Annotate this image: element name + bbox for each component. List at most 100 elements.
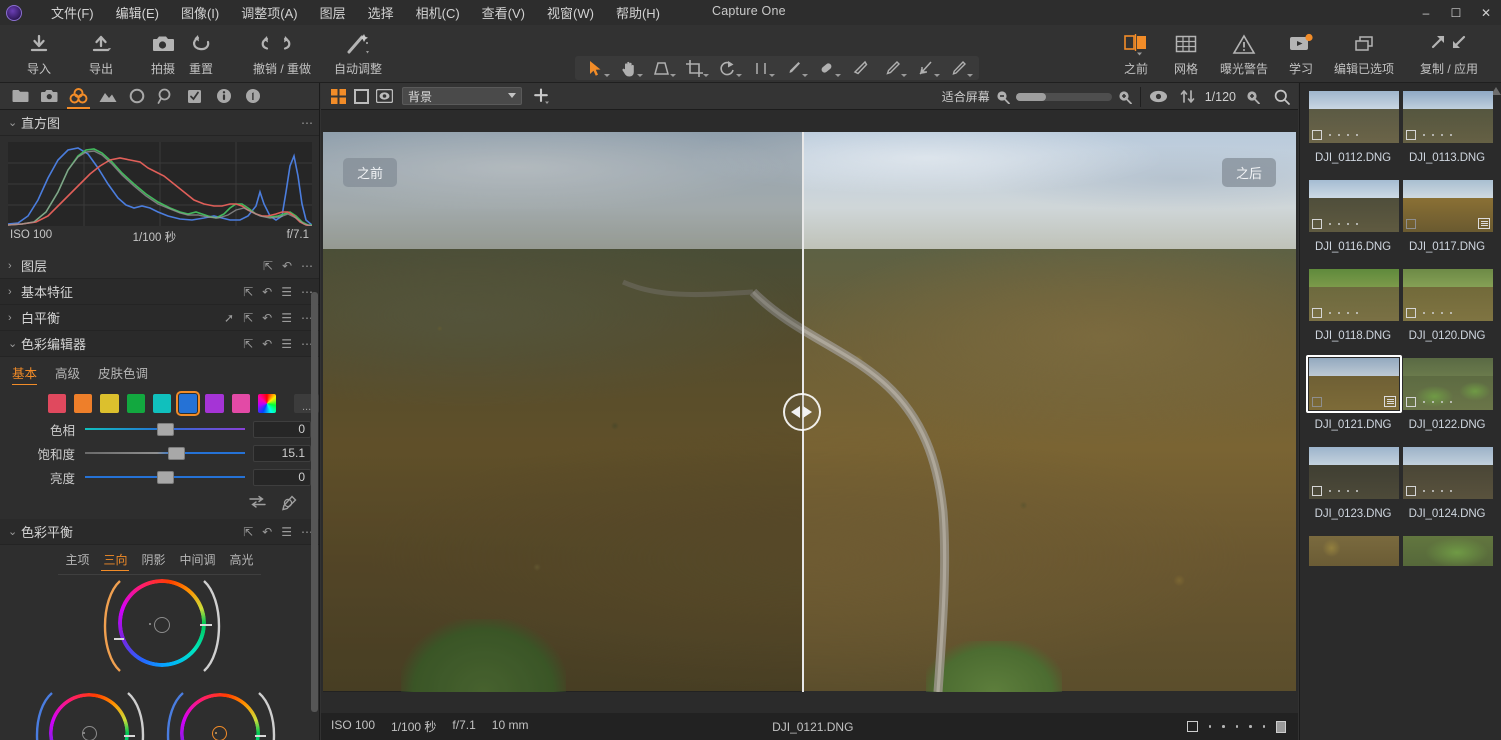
pen-tool-button[interactable] — [942, 57, 975, 79]
tool-tab-metadata[interactable] — [209, 83, 238, 109]
cb-tab-midtone[interactable]: 中间调 — [180, 551, 216, 571]
rating-box-icon[interactable] — [1186, 721, 1198, 732]
tab-basic[interactable]: 基本 — [12, 363, 38, 385]
more-options-icon[interactable]: ⋯ — [301, 260, 313, 272]
thumbnail-rating[interactable] — [1406, 486, 1452, 496]
layers-section-header[interactable]: › 图层 ⇱ ↶ ⋯ — [0, 253, 319, 279]
thumbnail-image[interactable] — [1309, 358, 1399, 410]
orange-swatch[interactable] — [74, 394, 93, 413]
gradient-mask-tool-button[interactable] — [909, 57, 942, 79]
before-after-button[interactable]: 之前 — [1111, 25, 1161, 81]
thumbnail-cell[interactable] — [1400, 533, 1494, 571]
rating-dot-icon[interactable] — [1441, 134, 1443, 136]
heal-tool-button[interactable] — [810, 57, 843, 79]
left-panel-scrollbar[interactable] — [311, 292, 318, 712]
line-tool-button[interactable] — [744, 57, 777, 79]
menu-item-select[interactable]: 选择 — [357, 0, 405, 25]
eraser-tool-button[interactable] — [843, 57, 876, 79]
midtone-wheel-handle[interactable] — [154, 617, 170, 633]
thumbnail-image[interactable] — [1309, 91, 1399, 143]
thumbnail-image[interactable] — [1309, 536, 1399, 566]
compare-toggle-icon[interactable] — [249, 495, 266, 511]
thumbnail-rating[interactable] — [1312, 308, 1358, 318]
menu-item-edit[interactable]: 编辑(E) — [105, 0, 170, 25]
thumbnail-image[interactable] — [1403, 358, 1493, 410]
tool-tab-adjustments[interactable] — [180, 83, 209, 109]
presets-icon[interactable]: ☰ — [281, 338, 292, 350]
image-canvas[interactable]: 之前 之后 — [321, 110, 1298, 713]
shadow-saturation-arc-right[interactable] — [124, 688, 154, 740]
thumbnail-rating[interactable] — [1406, 219, 1416, 229]
thumbnail-image[interactable] — [1309, 447, 1399, 499]
thumbnail-rating[interactable] — [1406, 308, 1452, 318]
rating-dot-icon[interactable] — [1356, 134, 1358, 136]
reset-icon[interactable]: ↶ — [262, 338, 272, 350]
menu-item-file[interactable]: 文件(F) — [40, 0, 105, 25]
rating-dot-icon[interactable] — [1329, 134, 1331, 136]
expand-icon[interactable]: ⇱ — [243, 312, 253, 324]
rating-box-icon[interactable] — [1312, 486, 1322, 496]
rating-dot-icon[interactable] — [1249, 725, 1252, 728]
blue-swatch[interactable] — [176, 391, 201, 416]
color-tag-icon[interactable] — [1276, 720, 1286, 733]
menu-item-help[interactable]: 帮助(H) — [605, 0, 671, 25]
zoom-in-icon[interactable] — [1118, 90, 1132, 104]
reset-icon[interactable]: ↶ — [262, 286, 272, 298]
thumbnail-cell[interactable] — [1306, 533, 1400, 571]
maximize-button[interactable]: ☐ — [1441, 0, 1471, 25]
thumbnail-cell-selected[interactable]: DJI_0121.DNG — [1306, 355, 1402, 431]
rating-dot-icon[interactable] — [1347, 312, 1349, 314]
rotate-tool-button[interactable] — [711, 57, 744, 79]
rating-dot-icon[interactable] — [1450, 401, 1452, 403]
rating-dot-icon[interactable] — [1356, 223, 1358, 225]
thumbnail-cell[interactable]: DJI_0118.DNG — [1306, 266, 1400, 342]
color-editor-section-header[interactable]: ⌄ 色彩编辑器 ⇱ ↶ ☰ ⋯ — [0, 331, 319, 357]
hue-slider[interactable] — [85, 421, 245, 437]
thumbnail-cell[interactable]: DJI_0112.DNG — [1306, 88, 1400, 164]
rating-box-icon[interactable] — [1406, 130, 1416, 140]
rating-dot-icon[interactable] — [1450, 312, 1452, 314]
rating-box-icon[interactable] — [1312, 130, 1322, 140]
add-variant-button[interactable] — [530, 85, 553, 107]
cb-tab-master[interactable]: 主项 — [65, 551, 89, 571]
rating-dot-icon[interactable] — [1329, 490, 1331, 492]
menu-item-image[interactable]: 图像(I) — [170, 0, 230, 25]
rating-dot-icon[interactable] — [1432, 490, 1434, 492]
shadow-brightness-arc-left[interactable] — [26, 688, 56, 740]
lightness-slider[interactable] — [85, 469, 245, 485]
footer-rating[interactable] — [1186, 720, 1286, 733]
rating-dot-icon[interactable] — [1356, 312, 1358, 314]
rating-dot-icon[interactable] — [1441, 312, 1443, 314]
thumbnail-image[interactable] — [1403, 91, 1493, 143]
split-handle[interactable] — [782, 392, 821, 431]
keystone-tool-button[interactable] — [645, 57, 678, 79]
rating-dot-icon[interactable] — [1441, 490, 1443, 492]
thumbnail-image[interactable] — [1403, 536, 1493, 566]
histogram-section-header[interactable]: ⌄ 直方图 ⋯ — [0, 110, 319, 136]
menu-item-camera[interactable]: 相机(C) — [405, 0, 471, 25]
rating-dot-icon[interactable] — [1423, 312, 1425, 314]
thumbnail-image[interactable] — [1403, 447, 1493, 499]
rating-dot-icon[interactable] — [1423, 401, 1425, 403]
rating-box-icon[interactable] — [1406, 397, 1416, 407]
export-button[interactable]: 导出 — [70, 25, 132, 81]
highlight-saturation-arc-right[interactable] — [255, 688, 285, 740]
tab-advanced[interactable]: 高级 — [55, 363, 80, 385]
rating-dot-icon[interactable] — [1423, 134, 1425, 136]
rating-dot-icon[interactable] — [1329, 312, 1331, 314]
thumbnail-cell[interactable]: DJI_0122.DNG — [1400, 355, 1494, 431]
menu-item-layers[interactable]: 图层 — [309, 0, 357, 25]
tool-tab-exposure[interactable] — [93, 83, 122, 109]
photo-preview[interactable]: 之前 之后 — [323, 131, 1296, 692]
minimize-button[interactable]: – — [1411, 0, 1441, 25]
reset-icon[interactable]: ↶ — [282, 260, 292, 272]
expand-icon[interactable]: ⇱ — [243, 286, 253, 298]
thumbnail-rating[interactable] — [1312, 219, 1358, 229]
rating-dot-icon[interactable] — [1262, 725, 1265, 728]
magenta-swatch[interactable] — [231, 394, 250, 413]
close-button[interactable]: ✕ — [1471, 0, 1501, 25]
preview-eye-icon[interactable] — [1149, 90, 1168, 103]
tab-skin-tone[interactable]: 皮肤色调 — [98, 363, 148, 385]
all-colors-swatch[interactable] — [257, 394, 277, 413]
thumbnail-rating[interactable] — [1312, 397, 1322, 407]
